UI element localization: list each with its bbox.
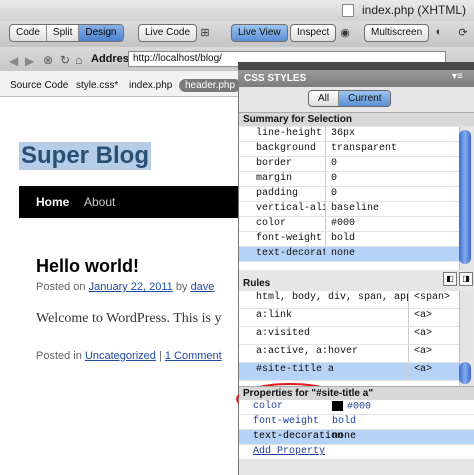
live-view-button[interactable]: Live View xyxy=(231,24,288,42)
css-mode-toggle: All Current xyxy=(308,90,392,107)
panel-title: CSS STYLES xyxy=(244,73,307,84)
rules-scroll-thumb[interactable] xyxy=(459,362,471,384)
tab-current[interactable]: Current xyxy=(339,91,391,106)
tab-index-php[interactable]: index.php xyxy=(129,80,172,91)
tab-style-css[interactable]: style.css* xyxy=(76,80,118,91)
property-row[interactable]: color #000 xyxy=(239,400,474,415)
author-link[interactable]: dave xyxy=(191,281,215,293)
add-property-link[interactable]: Add Property xyxy=(239,445,327,459)
summary-row[interactable]: vertical-alignbaseline xyxy=(239,202,459,217)
multiscreen-button[interactable]: Multiscreen xyxy=(364,24,430,42)
back-icon[interactable]: ◀ xyxy=(9,54,18,68)
tab-all[interactable]: All xyxy=(309,91,340,106)
property-row-selected[interactable]: text-decoration none xyxy=(239,430,474,445)
rule-row[interactable]: a:link <a> xyxy=(239,309,459,327)
check-browser-icon[interactable]: ⊞ xyxy=(197,26,213,40)
summary-row-selected[interactable]: text-decorationnone xyxy=(239,247,459,262)
rule-row[interactable]: html, body, div, span, applet, obje...<s… xyxy=(239,291,459,309)
properties-grid: color #000 font-weight bold text-decoratio… xyxy=(239,400,474,460)
summary-header: Summary for Selection xyxy=(239,112,474,126)
code-view-button[interactable]: Code xyxy=(10,25,47,41)
refresh-icon[interactable]: ⟳ xyxy=(455,26,471,40)
site-title[interactable]: Super Blog xyxy=(19,142,152,170)
home-icon[interactable]: ⌂ xyxy=(75,53,82,67)
category-link[interactable]: Uncategorized xyxy=(85,350,156,362)
post-title[interactable]: Hello world! xyxy=(36,256,139,277)
properties-header: Properties for "#site-title a" xyxy=(239,386,474,400)
summary-row[interactable]: line-height 36px xyxy=(239,127,459,142)
summary-scroll-thumb[interactable] xyxy=(459,130,471,264)
live-code-button[interactable]: Live Code xyxy=(138,24,198,42)
post-date-link[interactable]: January 22, 2011 xyxy=(89,281,173,293)
preview-icon[interactable]: ◐ xyxy=(431,26,447,40)
summary-row[interactable]: padding 0 xyxy=(239,187,459,202)
nav-home[interactable]: Home xyxy=(36,195,69,209)
rule-row[interactable]: a:visited <a> xyxy=(239,327,459,345)
panel-drag-strip[interactable] xyxy=(238,62,474,70)
summary-grid: line-height 36px background transparent bo… xyxy=(239,127,459,270)
summary-row[interactable]: font-weight bold xyxy=(239,232,459,247)
forward-icon[interactable]: ▶ xyxy=(25,54,34,68)
comments-link[interactable]: 1 Comment xyxy=(165,350,222,362)
summary-row[interactable]: border 0 xyxy=(239,157,459,172)
color-swatch[interactable] xyxy=(332,401,343,411)
post-content: Welcome to WordPress. This is y xyxy=(36,311,222,326)
by-label: by xyxy=(175,281,188,293)
posted-on-label: Posted on xyxy=(36,281,86,293)
rule-row[interactable]: a:active, a:hover <a> xyxy=(239,345,459,363)
panel-options-icon[interactable]: ▾≡ xyxy=(452,71,463,82)
rules-header: Rules xyxy=(243,278,271,289)
summary-row[interactable]: margin 0 xyxy=(239,172,459,187)
inspect-button[interactable]: Inspect xyxy=(290,24,337,42)
footer-separator: | xyxy=(158,350,162,362)
tab-header-php[interactable]: header.php xyxy=(179,79,242,92)
design-view-button[interactable]: Design xyxy=(79,25,123,41)
posted-in-label: Posted in xyxy=(36,350,82,362)
rule-row-selected[interactable]: #site-title a <a> xyxy=(239,363,459,381)
browser-options-icon[interactable]: ◉ xyxy=(337,26,353,40)
tab-source-code[interactable]: Source Code xyxy=(10,80,68,91)
window-title: index.php (XHTML) xyxy=(362,3,467,17)
refresh-page-icon[interactable]: ↻ xyxy=(60,53,70,67)
nav-about[interactable]: About xyxy=(84,195,115,209)
view-mode-switcher: Code Split Design xyxy=(9,24,124,42)
property-row[interactable]: font-weight bold xyxy=(239,415,474,430)
summary-row[interactable]: background transparent xyxy=(239,142,459,157)
post-meta: Posted on January 22, 2011 by dave xyxy=(36,281,214,293)
document-icon xyxy=(342,4,354,17)
stop-icon[interactable]: ⊗ xyxy=(43,53,53,67)
post-footer: Posted in Uncategorized | 1 Comment xyxy=(36,350,222,362)
split-view-button[interactable]: Split xyxy=(47,25,80,41)
summary-row[interactable]: color #000 xyxy=(239,217,459,232)
add-property-row[interactable]: Add Property xyxy=(239,445,474,460)
